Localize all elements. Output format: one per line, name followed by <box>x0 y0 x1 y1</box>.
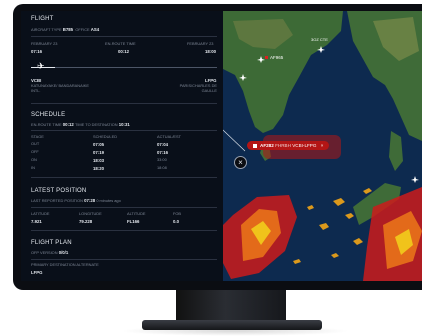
flight-marker-icon <box>253 143 257 148</box>
close-panel-button[interactable]: × <box>234 156 247 169</box>
arrival-time: 18:00 <box>205 49 216 54</box>
flight-tag-af965[interactable]: AF965 <box>265 55 283 60</box>
altitude-label: ALTITUDE <box>127 211 146 216</box>
flight-section-title: FLIGHT <box>31 16 54 22</box>
latitude-label: LATITUDE <box>31 211 50 216</box>
schedule-row-stage: IN <box>31 165 35 170</box>
ofp-version-label: OFP VERSION <box>31 250 58 255</box>
ofp-version: OFP VERSION 0/0/1 <box>31 250 68 256</box>
monitor-screen: AF965 3OZ CTE AF282 FHRBH VCBI-LFPG × × … <box>21 11 422 281</box>
divider <box>31 130 217 131</box>
divider <box>31 36 217 37</box>
office-value: AS4 <box>90 27 100 32</box>
callout-tail: FHRBH <box>275 143 291 148</box>
last-reported-label: LAST REPORTED POSITION <box>31 198 83 203</box>
origin-name: KATUNAYAKE/ BANDARANAIKE INTL. <box>31 83 89 93</box>
aircraft-info: AIRCRAFT TYPE B785 OFFICE AS4 <box>31 27 99 33</box>
ofp-version-value: 0/0/1 <box>58 250 69 255</box>
callout-flight: AF282 <box>260 143 274 148</box>
flight-details-panel: FLIGHT AIRCRAFT TYPE B785 OFFICE AS4 FEB… <box>21 11 223 281</box>
flight-tag-marker <box>265 56 268 59</box>
schedule-header-scheduled: SCHEDULED <box>93 134 117 139</box>
schedule-header-actual: ACTUAL/EST <box>157 134 181 139</box>
enroute-time: 00:12 <box>118 49 129 54</box>
last-reported-ago: 0 minutes ago <box>96 198 121 203</box>
position-section-title: LATEST POSITION <box>31 188 87 194</box>
last-reported: LAST REPORTED POSITION 07:28 0 minutes a… <box>31 198 121 204</box>
flight-progress-track <box>31 67 217 68</box>
schedule-enroute-label: EN-ROUTE TIME <box>31 122 62 127</box>
schedule-row-stage: ON <box>31 157 37 162</box>
airplane-icon: ✈ <box>37 61 45 71</box>
schedule-section-title: SCHEDULE <box>31 112 66 118</box>
schedule-row-actual: 18:08 <box>157 165 167 170</box>
divider <box>31 207 217 208</box>
divider <box>31 259 217 260</box>
departure-date: FEBRUARY 23 <box>31 41 58 46</box>
departure-time: 07:16 <box>31 49 42 54</box>
to-destination-label: TIME TO DESTINATION <box>74 122 118 127</box>
schedule-row-stage: OUT <box>31 141 40 146</box>
airport-label: 3OZ CTE <box>311 37 328 42</box>
monitor-base <box>142 320 322 330</box>
schedule-enroute-value: 00:12 <box>62 122 74 127</box>
flight-tag-label: AF965 <box>270 55 284 60</box>
aircraft-type-label: AIRCRAFT TYPE <box>31 27 62 32</box>
schedule-header-stage: STAGE <box>31 134 44 139</box>
schedule-summary: EN-ROUTE TIME 00:12 TIME TO DESTINATION … <box>31 122 130 128</box>
altitude-value: FL166 <box>127 219 140 224</box>
divider <box>31 103 217 104</box>
latitude-value: 7.921 <box>31 219 42 224</box>
enroute-label: EN-ROUTE TIME <box>105 41 136 46</box>
divider <box>31 177 217 178</box>
divider <box>31 230 217 231</box>
destination-name: PARIS/CHARLES DE GAULLE <box>179 83 217 93</box>
aircraft-type-value: B785 <box>62 27 74 32</box>
office-label: OFFICE <box>75 27 90 32</box>
longitude-label: LONGITUDE <box>79 211 102 216</box>
monitor-stand <box>176 290 286 324</box>
primary-destination-value: LFPG <box>31 270 43 275</box>
close-icon[interactable]: × <box>321 143 324 148</box>
fob-label: FOB <box>173 211 181 216</box>
fob-value: 0.0 <box>173 219 179 224</box>
arrival-date: FEBRUARY 23 <box>187 41 214 46</box>
selected-flight-callout[interactable]: AF282 FHRBH VCBI-LFPG × <box>247 141 330 150</box>
flight-plan-section-title: FLIGHT PLAN <box>31 240 72 246</box>
schedule-row-scheduled: 07:19 <box>93 150 104 155</box>
last-reported-time: 07:28 <box>84 198 96 203</box>
schedule-row-actual: 33:00 <box>157 157 167 162</box>
schedule-row-scheduled: 18:20 <box>93 166 104 171</box>
schedule-row-scheduled: 18:03 <box>93 158 104 163</box>
schedule-row-actual: 07:04 <box>157 142 168 147</box>
primary-destination-label: PRIMARY DESTINATION ALTERNATE <box>31 262 99 267</box>
to-destination-value: 10:31 <box>118 122 130 127</box>
schedule-row-actual: 07:16 <box>157 150 168 155</box>
schedule-row-scheduled: 07:05 <box>93 142 104 147</box>
longitude-value: 79.228 <box>79 219 93 224</box>
callout-route: VCBI-LFPG <box>292 143 317 148</box>
schedule-row-stage: OFF <box>31 149 39 154</box>
